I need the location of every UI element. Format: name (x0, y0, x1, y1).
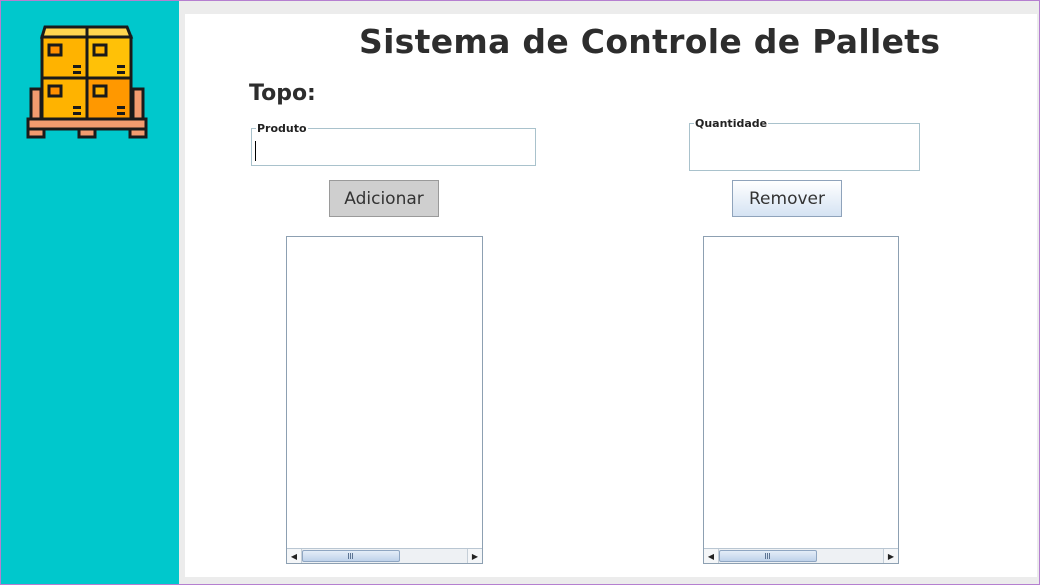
right-list-hscrollbar[interactable]: ◀ ▶ (704, 548, 898, 563)
produto-legend: Produto (256, 122, 308, 135)
right-scroll-thumb[interactable] (719, 550, 817, 562)
pallet-boxes-icon (26, 25, 148, 139)
produto-field[interactable]: Produto (251, 122, 536, 166)
quantidade-input[interactable] (692, 135, 913, 157)
left-list-hscrollbar[interactable]: ◀ ▶ (287, 548, 482, 563)
main-panel: Sistema de Controle de Pallets Topo: Pro… (185, 14, 1037, 577)
add-button[interactable]: Adicionar (329, 180, 439, 217)
page-title: Sistema de Controle de Pallets (359, 22, 941, 61)
produto-input[interactable] (254, 140, 529, 162)
section-label-topo: Topo: (249, 81, 316, 106)
arrow-right-icon[interactable]: ▶ (467, 549, 482, 563)
arrow-left-icon[interactable]: ◀ (704, 549, 719, 563)
grip-icon (348, 553, 354, 559)
quantidade-legend: Quantidade (694, 117, 769, 130)
right-list[interactable]: ◀ ▶ (703, 236, 899, 564)
remove-button[interactable]: Remover (732, 180, 842, 217)
left-scroll-thumb[interactable] (302, 550, 400, 562)
sidebar (1, 1, 179, 584)
app-window: Sistema de Controle de Pallets Topo: Pro… (0, 0, 1040, 585)
arrow-right-icon[interactable]: ▶ (883, 549, 898, 563)
left-list[interactable]: ◀ ▶ (286, 236, 483, 564)
quantidade-field[interactable]: Quantidade (689, 117, 920, 171)
arrow-left-icon[interactable]: ◀ (287, 549, 302, 563)
grip-icon (765, 553, 771, 559)
text-caret (255, 141, 256, 161)
